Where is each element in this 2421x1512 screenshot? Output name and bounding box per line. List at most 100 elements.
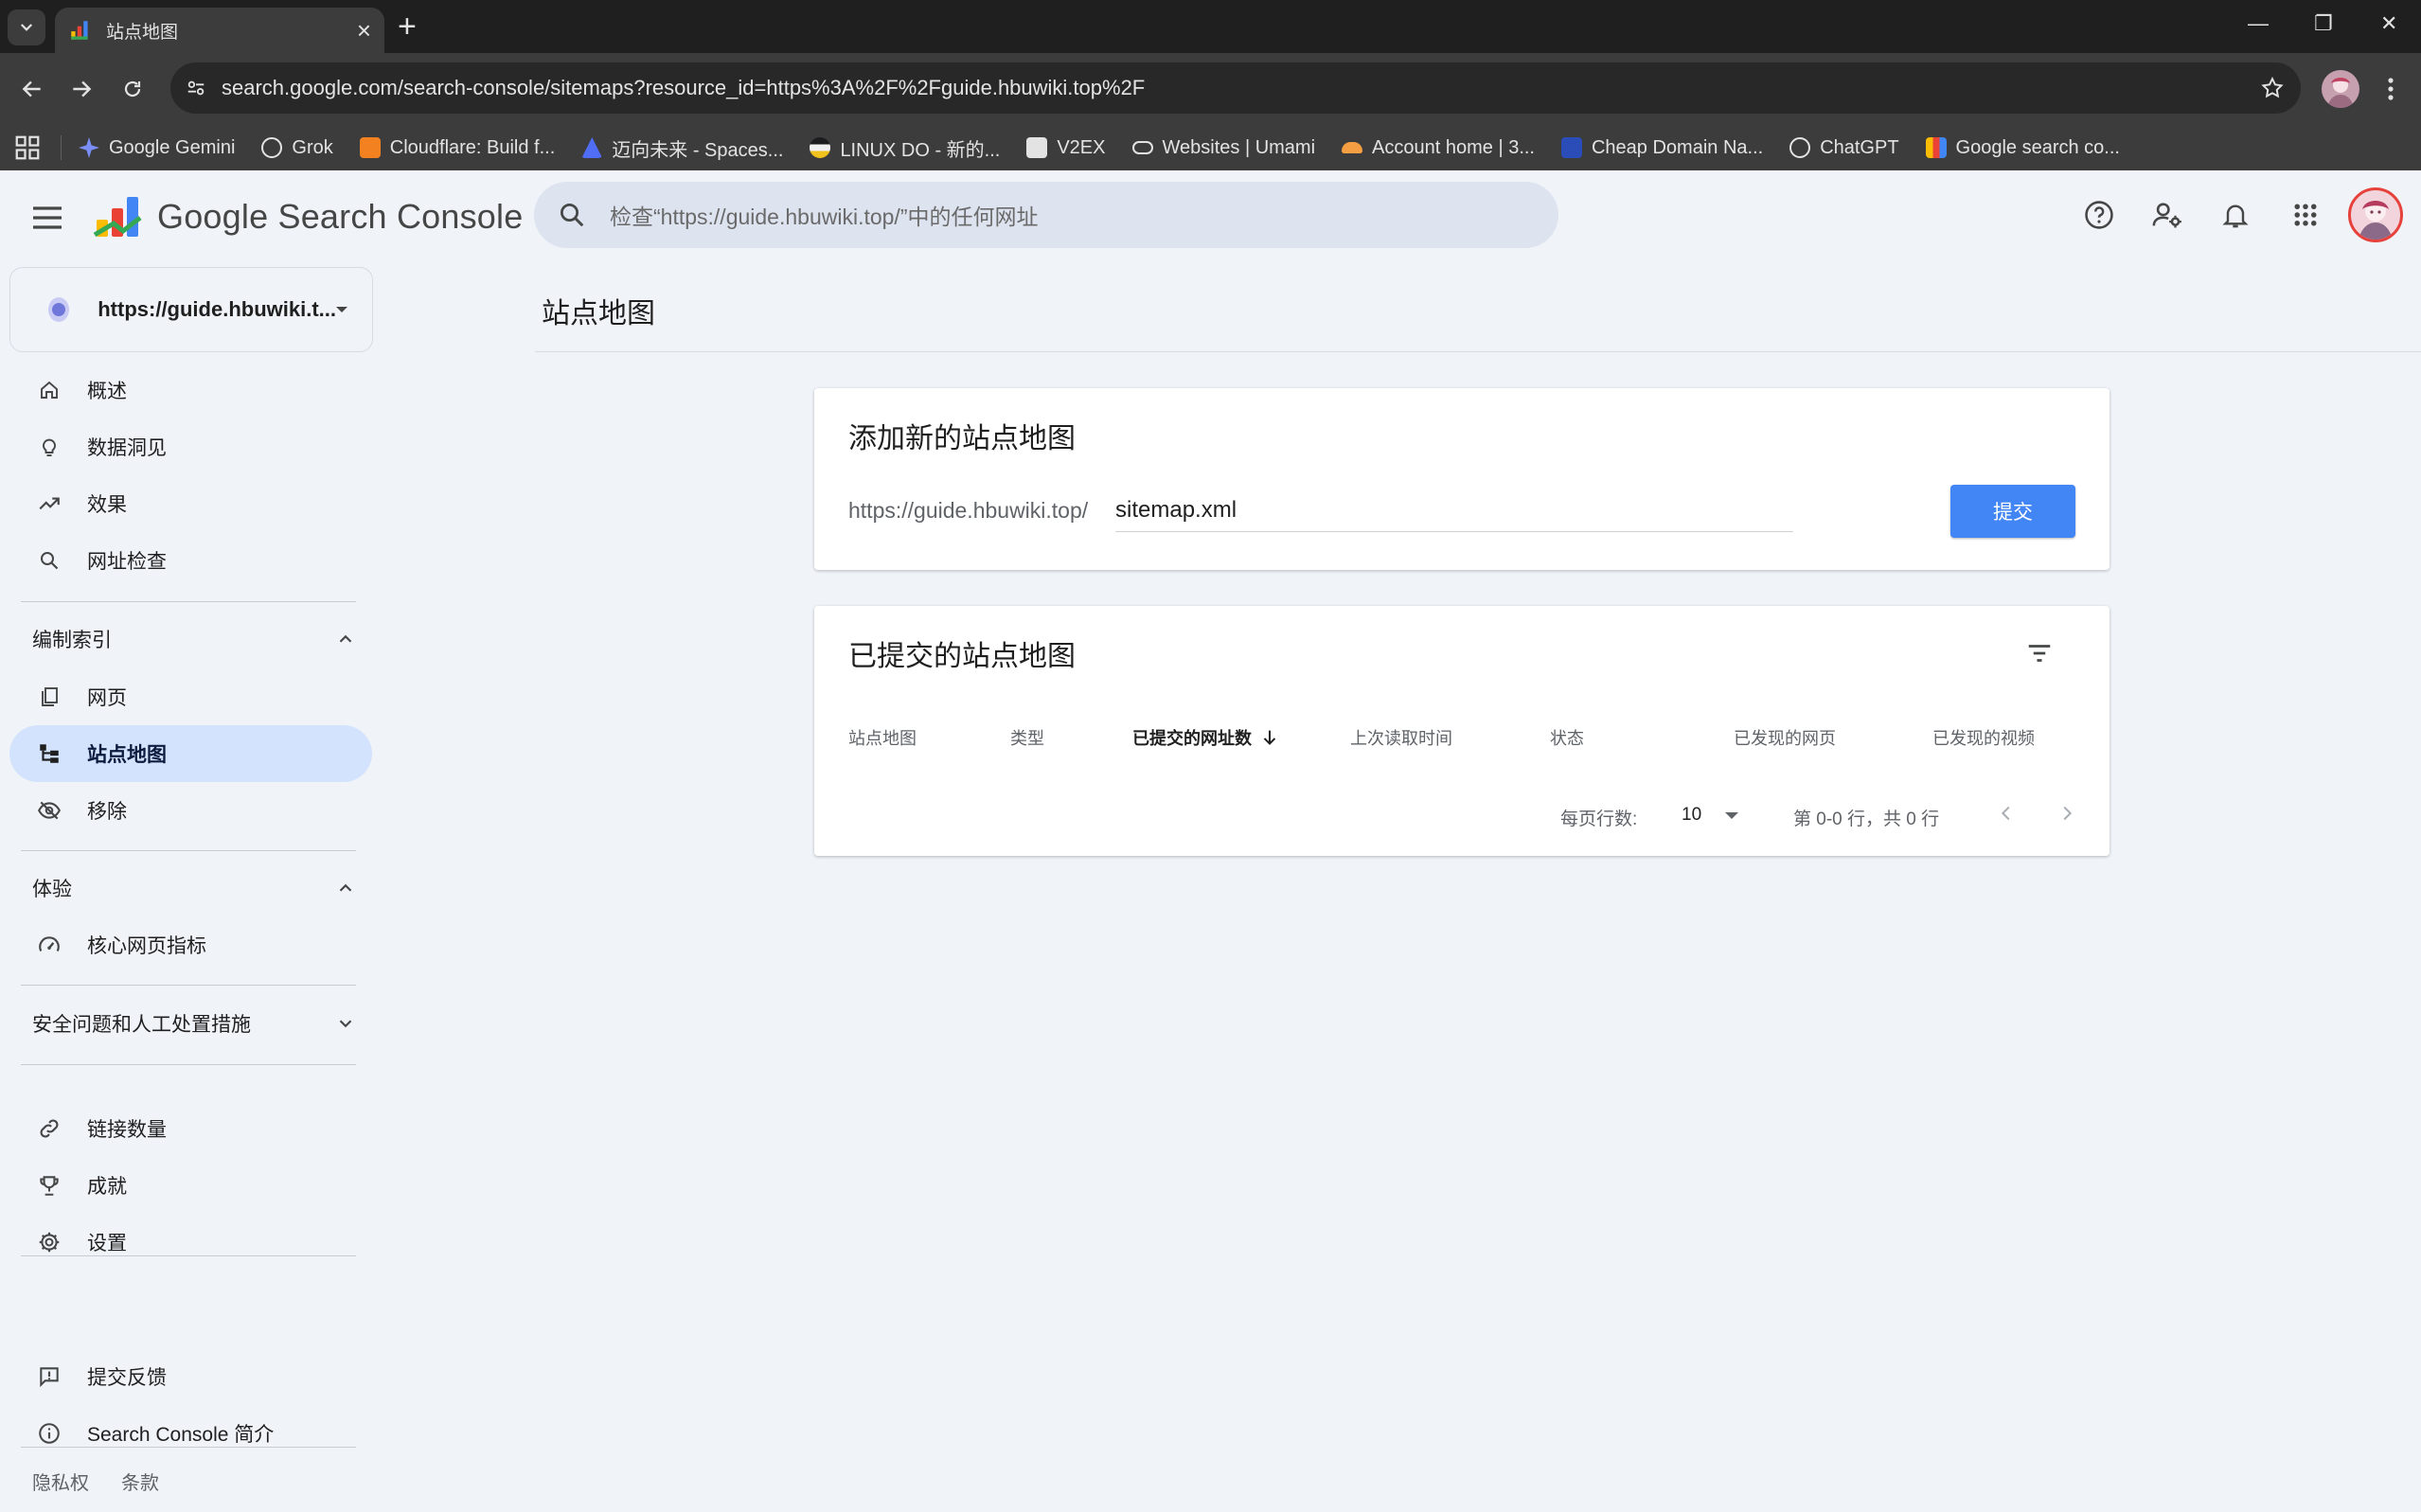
sidebar-item-settings[interactable]: 设置	[9, 1214, 372, 1271]
rows-per-page-select[interactable]: 10	[1682, 805, 1701, 826]
sidebar-section-security[interactable]: 安全问题和人工处置措施	[32, 1000, 356, 1047]
account-avatar[interactable]	[2348, 187, 2403, 242]
user-settings-icon[interactable]	[2147, 195, 2187, 235]
link-icon	[36, 1115, 62, 1142]
namecheap-icon	[1560, 137, 1582, 158]
bookmark-account-home[interactable]: Account home | 3...	[1342, 137, 1535, 159]
search-console-app: Google Search Console 检查“https://guide.h…	[0, 170, 2421, 1512]
sidebar-section-experience[interactable]: 体验	[32, 864, 356, 912]
bookmark-label: Grok	[292, 136, 333, 158]
restore-icon[interactable]: ❐	[2314, 11, 2333, 36]
bookmark-chatgpt[interactable]: ChatGPT	[1789, 136, 1899, 159]
section-label: 编制索引	[32, 630, 112, 651]
sidebar-divider	[21, 1447, 356, 1448]
sidebar-item-removals[interactable]: 移除	[9, 782, 372, 839]
tab-search-button[interactable]	[8, 9, 45, 45]
browser-profile-avatar[interactable]	[2322, 70, 2359, 108]
add-sitemap-title: 添加新的站点地图	[848, 423, 1076, 454]
sidebar-item-url-inspection[interactable]: 网址检查	[9, 532, 372, 589]
column-header-discovered-videos[interactable]: 已发现的视频	[1932, 725, 2035, 750]
sidebar-item-insights[interactable]: 数据洞见	[9, 418, 372, 475]
column-header-submitted-urls[interactable]: 已提交的网址数	[1132, 725, 1280, 750]
property-selector[interactable]: https://guide.hbuwiki.t...	[9, 267, 373, 352]
address-url: search.google.com/search-console/sitemap…	[222, 76, 1146, 99]
help-icon[interactable]	[2079, 195, 2119, 235]
browser-menu-icon[interactable]	[2376, 70, 2405, 108]
reload-icon[interactable]	[114, 70, 151, 108]
search-icon	[36, 547, 62, 574]
gemini-icon	[79, 137, 99, 158]
rows-per-page-label: 每页行数:	[1560, 809, 1638, 829]
sidebar-item-achievements[interactable]: 成就	[9, 1157, 372, 1214]
sidebar-item-feedback[interactable]: 提交反馈	[9, 1348, 372, 1405]
close-tab-icon[interactable]: ×	[357, 18, 371, 43]
sidebar-item-label: 网址检查	[87, 551, 167, 573]
column-header-last-read[interactable]: 上次读取时间	[1350, 725, 1452, 750]
linux-do-icon	[810, 137, 831, 158]
main-menu-icon[interactable]	[28, 199, 66, 237]
back-icon[interactable]	[13, 70, 51, 108]
minimize-icon[interactable]: —	[2248, 11, 2269, 36]
visibility-off-icon	[36, 797, 62, 824]
close-window-icon[interactable]: ✕	[2380, 11, 2397, 36]
address-bar[interactable]: search.google.com/search-console/sitemap…	[170, 62, 2301, 114]
sidebar-item-label: 站点地图	[87, 744, 167, 766]
google-apps-icon[interactable]	[2286, 195, 2325, 235]
notifications-icon[interactable]	[2216, 195, 2255, 235]
bookmark-label: Cloudflare: Build f...	[389, 136, 556, 158]
column-header-sitemap[interactable]: 站点地图	[848, 725, 917, 750]
apps-grid-icon[interactable]	[13, 133, 42, 162]
sidebar-item-overview[interactable]: 概述	[9, 362, 372, 418]
pagination-range: 第 0-0 行，共 0 行	[1793, 809, 1940, 829]
forward-icon[interactable]	[62, 70, 100, 108]
sidebar-item-pages[interactable]: 网页	[9, 668, 372, 725]
dropdown-arrow-icon[interactable]	[1721, 809, 1742, 824]
grok-icon	[261, 137, 283, 158]
chevron-down-icon	[339, 1020, 352, 1028]
sidebar-section-indexing[interactable]: 编制索引	[32, 615, 356, 663]
submit-button[interactable]: 提交	[1950, 485, 2075, 538]
bookmark-cloudflare[interactable]: Cloudflare: Build f...	[359, 136, 556, 159]
sidebar-item-performance[interactable]: 效果	[9, 475, 372, 532]
search-console-favicon-icon	[71, 21, 88, 40]
privacy-link[interactable]: 隐私权	[32, 1468, 89, 1495]
bookmark-google-gemini[interactable]: Google Gemini	[79, 137, 235, 159]
sidebar-item-sitemaps[interactable]: 站点地图	[9, 725, 372, 782]
bookmark-star-icon[interactable]	[2244, 76, 2301, 100]
search-console-icon	[1925, 137, 1947, 158]
search-console-logo-icon	[93, 197, 142, 238]
site-info-icon[interactable]	[170, 78, 222, 98]
filter-icon[interactable]	[2020, 634, 2058, 672]
sitemap-url-prefix: https://guide.hbuwiki.top/	[848, 498, 1089, 523]
sidebar-item-label: 链接数量	[87, 1119, 167, 1141]
search-placeholder: 检查“https://guide.hbuwiki.top/”中的任何网址	[610, 205, 1039, 229]
browser-tab[interactable]: 站点地图 ×	[55, 8, 384, 53]
bookmark-v2ex[interactable]: V2EX	[1026, 136, 1106, 159]
sidebar-item-about[interactable]: Search Console 简介	[9, 1405, 372, 1462]
column-header-discovered-pages[interactable]: 已发现的网页	[1734, 725, 1836, 750]
bookmark-spaces[interactable]: 迈向未来 - Spaces...	[581, 134, 783, 162]
sidebar-item-label: 移除	[87, 801, 127, 823]
sitemap-url-input[interactable]	[1115, 489, 1793, 532]
url-inspection-search[interactable]: 检查“https://guide.hbuwiki.top/”中的任何网址	[534, 182, 1558, 248]
sidebar-item-links[interactable]: 链接数量	[9, 1100, 372, 1157]
bookmark-cheap-domain[interactable]: Cheap Domain Na...	[1560, 137, 1763, 159]
previous-page-icon[interactable]	[1990, 797, 2022, 829]
terms-link[interactable]: 条款	[121, 1468, 159, 1495]
bookmark-label: V2EX	[1057, 136, 1106, 158]
next-page-icon[interactable]	[2051, 797, 2083, 829]
new-tab-button[interactable]: +	[398, 9, 417, 44]
sidebar-item-core-web-vitals[interactable]: 核心网页指标	[9, 916, 372, 973]
bookmark-label: ChatGPT	[1820, 136, 1899, 158]
spaces-icon	[581, 137, 603, 158]
bookmark-linux-do[interactable]: LINUX DO - 新的...	[810, 134, 1000, 162]
feedback-icon	[36, 1363, 62, 1390]
bookmark-grok[interactable]: Grok	[261, 136, 333, 159]
search-console-logo[interactable]: Google Search Console	[93, 193, 523, 240]
chevron-up-icon	[339, 634, 352, 643]
gear-icon	[36, 1229, 62, 1255]
bookmark-umami[interactable]: Websites | Umami	[1131, 137, 1315, 159]
column-header-status[interactable]: 状态	[1550, 725, 1584, 750]
column-header-type[interactable]: 类型	[1010, 725, 1044, 750]
bookmark-google-search-console[interactable]: Google search co...	[1925, 137, 2120, 159]
